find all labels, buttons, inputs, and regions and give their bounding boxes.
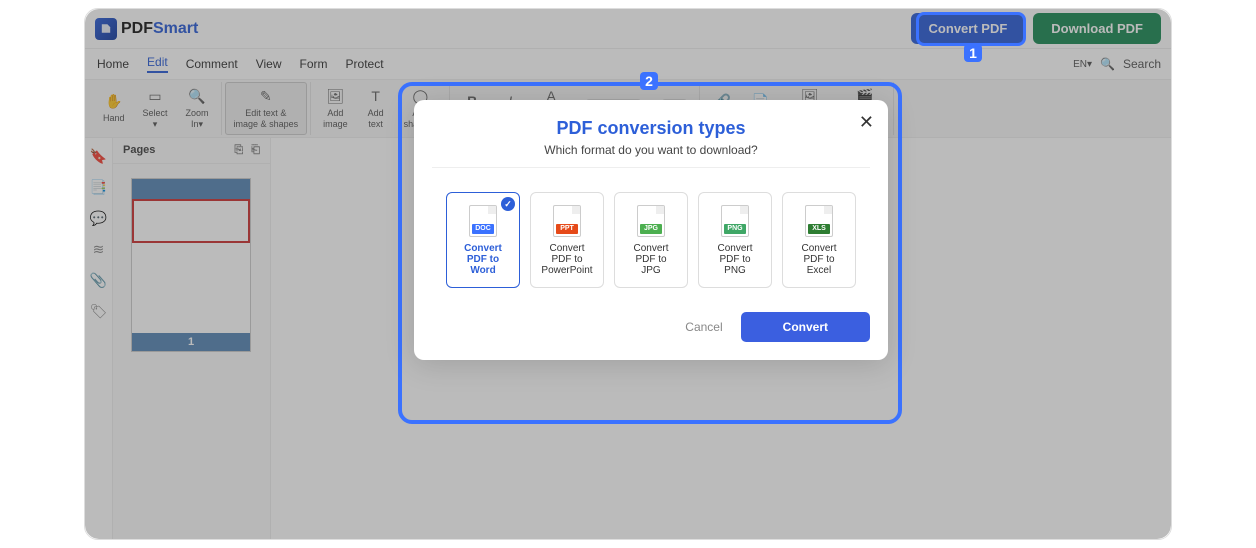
- tool-select-label: Select▾: [143, 108, 168, 130]
- opt-line1: Convert: [549, 243, 584, 254]
- file-icon-xls: XLS: [805, 205, 833, 237]
- opt-line3: Word: [470, 265, 495, 276]
- option-ppt[interactable]: PPT ConvertPDF toPowerPoint: [530, 192, 604, 288]
- menu-form[interactable]: Form: [300, 57, 328, 71]
- menu-view[interactable]: View: [256, 57, 282, 71]
- modal-actions: Cancel Convert: [432, 312, 870, 342]
- close-icon[interactable]: ✕: [859, 112, 874, 133]
- thumb-page-number: 1: [132, 333, 250, 351]
- rail-comment-icon[interactable]: 💬: [90, 210, 107, 227]
- opt-line3: Excel: [807, 265, 831, 276]
- menu-protect[interactable]: Protect: [346, 57, 384, 71]
- logo-word-b: Smart: [153, 20, 198, 37]
- edit-icon: ✎: [256, 87, 276, 105]
- step-badge-2: 2: [640, 72, 658, 90]
- convert-button[interactable]: Convert: [741, 312, 870, 342]
- pages-panel: Pages ⎘ ⎗ 1: [113, 138, 271, 540]
- opt-line3: PowerPoint: [541, 265, 592, 276]
- check-icon: ✓: [501, 197, 515, 211]
- tool-hand-label: Hand: [103, 113, 125, 124]
- opt-line1: Convert: [717, 243, 752, 254]
- logo-text: PDFSmart: [121, 20, 198, 38]
- image-icon: 🖼: [325, 87, 345, 105]
- tool-hand[interactable]: ✋ Hand: [94, 82, 134, 135]
- menu-comment[interactable]: Comment: [186, 57, 238, 71]
- opt-line2: PDF to: [803, 254, 834, 265]
- tool-zoom-label: ZoomIn▾: [186, 108, 209, 130]
- rail-layers-icon[interactable]: ≋: [93, 241, 105, 258]
- download-pdf-button[interactable]: Download PDF: [1033, 13, 1161, 44]
- thumb-body: [132, 199, 250, 243]
- tool-add-image[interactable]: 🖼 Addimage: [314, 82, 357, 135]
- app-logo: PDFSmart: [95, 18, 198, 40]
- tool-add-text[interactable]: T Addtext: [357, 82, 395, 135]
- pages-title: Pages: [123, 144, 155, 156]
- opt-line2: PDF to: [719, 254, 750, 265]
- rail-bookmark2-icon[interactable]: 🏷: [90, 303, 108, 320]
- rail-attach-icon[interactable]: 📎: [90, 272, 107, 289]
- pages-actions: ⎘ ⎗: [234, 144, 260, 157]
- option-jpg[interactable]: JPGConvertPDF toJPG: [614, 192, 688, 288]
- highlight-convert-button: [916, 12, 1026, 46]
- pages-header: Pages ⎘ ⎗: [113, 138, 270, 164]
- opt-line3: PNG: [724, 265, 746, 276]
- rail-bookmark-icon[interactable]: 🔖: [90, 148, 107, 165]
- modal-title: PDF conversion types: [432, 118, 870, 139]
- menubar: Home Edit Comment View Form Protect EN▾ …: [85, 49, 1171, 80]
- menubar-right: EN▾ 🔍 Search: [1073, 57, 1161, 71]
- file-icon-ppt: PPT: [553, 205, 581, 237]
- search-label[interactable]: Search: [1123, 57, 1161, 71]
- thumb-topbar: [132, 179, 250, 199]
- page-add-icon[interactable]: ⎘: [234, 144, 243, 157]
- text-icon: T: [366, 87, 386, 105]
- conversion-modal: ✕ PDF conversion types Which format do y…: [414, 100, 888, 360]
- file-icon-jpg: JPG: [637, 205, 665, 237]
- page-remove-icon[interactable]: ⎗: [251, 144, 260, 157]
- file-icon-doc: DOC: [469, 205, 497, 237]
- opt-line2: PDF to: [467, 254, 499, 265]
- tool-select[interactable]: ▭ Select▾: [134, 82, 177, 135]
- thumbnail-wrap: 1: [113, 164, 270, 366]
- step-badge-1: 1: [964, 44, 982, 62]
- opt-line1: Convert: [464, 243, 502, 254]
- zoom-icon: 🔍: [187, 87, 207, 105]
- logo-icon: [95, 18, 117, 40]
- thumb-space: [132, 243, 250, 333]
- tool-addimage-label: Addimage: [323, 108, 348, 130]
- file-icon-png: PNG: [721, 205, 749, 237]
- hand-icon: ✋: [104, 92, 124, 110]
- select-icon: ▭: [145, 87, 165, 105]
- menu-edit[interactable]: Edit: [147, 55, 168, 73]
- option-png[interactable]: PNGConvertPDF toPNG: [698, 192, 772, 288]
- logo-word-a: PDF: [121, 20, 153, 37]
- opt-line1: Convert: [633, 243, 668, 254]
- rail-copy-icon[interactable]: 📑: [90, 179, 107, 196]
- opt-line2: PDF to: [635, 254, 666, 265]
- modal-subtitle: Which format do you want to download?: [432, 143, 870, 168]
- opt-line2: PDF to: [551, 254, 582, 265]
- option-doc[interactable]: ✓ DOC ConvertPDF toWord: [446, 192, 520, 288]
- opt-line3: JPG: [641, 265, 660, 276]
- cancel-button[interactable]: Cancel: [685, 320, 722, 334]
- menu-home[interactable]: Home: [97, 57, 129, 71]
- language-selector[interactable]: EN▾: [1073, 59, 1092, 70]
- left-rail: 🔖 📑 💬 ≋ 📎 🏷: [85, 138, 113, 540]
- page-thumbnail[interactable]: 1: [131, 178, 251, 352]
- tool-addtext-label: Addtext: [368, 108, 384, 130]
- tool-edit-text-shapes[interactable]: ✎ Edit text &image & shapes: [225, 82, 308, 135]
- tool-edit-label: Edit text &image & shapes: [234, 108, 299, 130]
- conversion-options: ✓DOCConvertPDF toWordPPTConvertPDF toPow…: [432, 192, 870, 288]
- tool-zoom[interactable]: 🔍 ZoomIn▾: [177, 82, 218, 135]
- search-icon[interactable]: 🔍: [1100, 57, 1115, 71]
- opt-line1: Convert: [801, 243, 836, 254]
- option-xls[interactable]: XLS ConvertPDF toExcel: [782, 192, 856, 288]
